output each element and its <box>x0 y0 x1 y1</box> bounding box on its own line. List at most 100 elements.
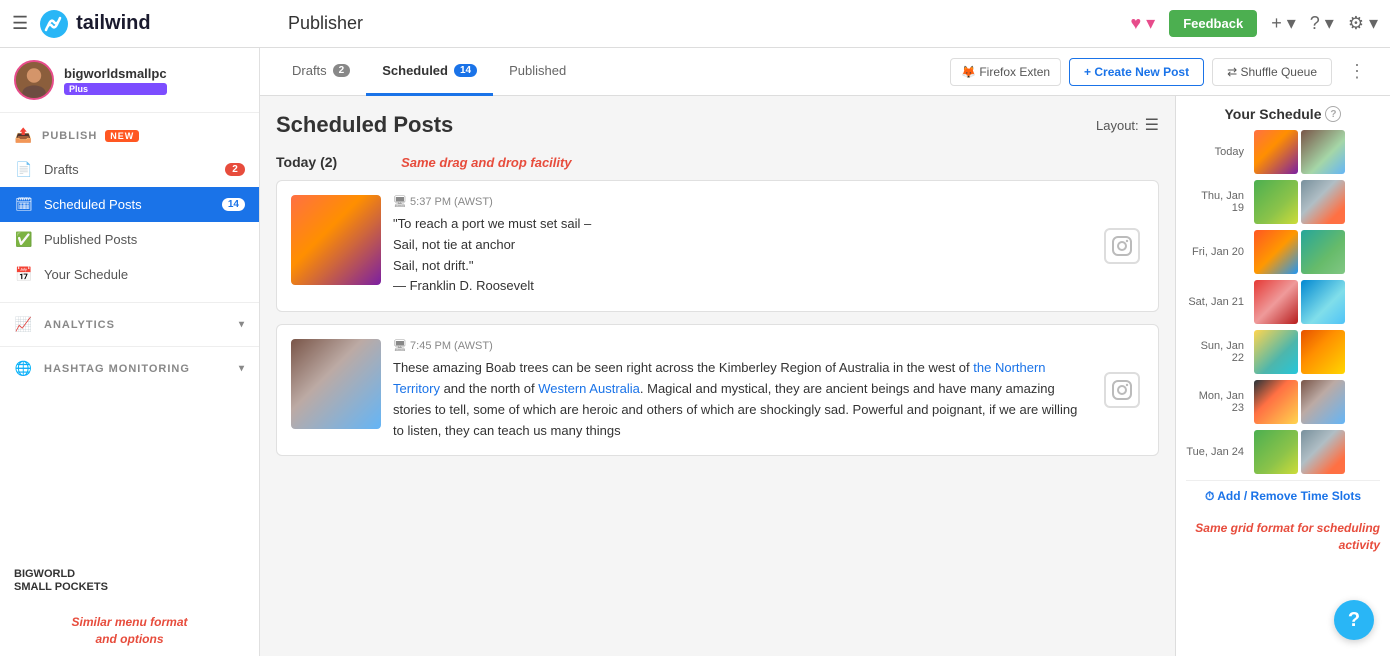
drafts-label: Drafts <box>44 162 215 177</box>
schedule-day-today: Today <box>1186 146 1250 158</box>
schedule-thumbs-jan21 <box>1254 280 1345 324</box>
sched-thumb-today-1 <box>1254 130 1298 174</box>
hashtag-icon: 🌐 <box>14 360 34 377</box>
schedule-day-jan24: Tue, Jan 24 <box>1186 446 1250 458</box>
tabs-right: 🦊 Firefox Exten + Create New Post ⇄ Shuf… <box>950 57 1374 86</box>
published-label: Published Posts <box>44 232 245 247</box>
heart-button[interactable]: ♥ ▾ <box>1130 13 1155 34</box>
tailwind-logo-icon <box>38 8 70 40</box>
schedule-icon: 📅 <box>14 266 34 283</box>
tab-scheduled[interactable]: Scheduled 14 <box>366 48 493 96</box>
sidebar-hashtag-header[interactable]: 🌐 HASHTAG MONITORING ▾ <box>0 351 259 386</box>
schedule-thumbs-today <box>1254 130 1345 174</box>
publish-icon: 📤 <box>14 127 34 144</box>
annotation-drag-drop: Same drag and drop facility <box>401 155 572 170</box>
shuffle-queue-button[interactable]: ⇄ Shuffle Queue <box>1212 58 1332 86</box>
sched-thumb-jan19-1 <box>1254 180 1298 224</box>
add-slots-button[interactable]: ⏱ Add / Remove Time Slots <box>1186 480 1380 512</box>
sched-thumb-jan22-2 <box>1301 330 1345 374</box>
schedule-label: Your Schedule <box>44 267 245 282</box>
post-text-2: These amazing Boab trees can be seen rig… <box>393 358 1088 441</box>
post-actions-2 <box>1100 339 1144 441</box>
posts-header: Scheduled Posts Layout: ☰ <box>276 112 1159 138</box>
sched-thumb-jan21-1 <box>1254 280 1298 324</box>
tab-drafts[interactable]: Drafts 2 <box>276 48 366 96</box>
post-card-1: 🖥 5:37 PM (AWST) "To reach a port we mus… <box>276 180 1159 312</box>
sched-thumb-jan19-2 <box>1301 180 1345 224</box>
tab-published[interactable]: Published <box>493 48 582 96</box>
sidebar-item-your-schedule[interactable]: 📅 Your Schedule <box>0 257 259 292</box>
layout-grid-icon: ☰ <box>1145 115 1159 135</box>
new-badge: NEW <box>105 130 139 142</box>
sched-thumb-jan24-2 <box>1301 430 1345 474</box>
feedback-button[interactable]: Feedback <box>1169 10 1257 37</box>
sched-thumb-jan22-1 <box>1254 330 1298 374</box>
schedule-row-today: Today <box>1186 130 1380 174</box>
sched-thumb-jan20-2 <box>1301 230 1345 274</box>
post-thumb-1 <box>291 195 381 285</box>
tabs-bar: Drafts 2 Scheduled 14 Published 🦊 Firefo… <box>260 48 1390 96</box>
content-area: Drafts 2 Scheduled 14 Published 🦊 Firefo… <box>260 48 1390 656</box>
sidebar-item-published[interactable]: ✅ Published Posts <box>0 222 259 257</box>
schedule-thumbs-jan20 <box>1254 230 1345 274</box>
scheduled-label: Scheduled Posts <box>44 197 212 212</box>
post-content-2: 🖥 7:45 PM (AWST) These amazing Boab tree… <box>393 339 1088 441</box>
hamburger-icon[interactable]: ☰ <box>12 13 28 34</box>
firefox-ext-button[interactable]: 🦊 Firefox Exten <box>950 58 1061 86</box>
instagram-button-2[interactable] <box>1104 372 1140 408</box>
link-northern-territory[interactable]: the Northern Territory <box>393 360 1046 396</box>
publish-section: 📤 PUBLISH NEW 📄 Drafts 2 🗓 Scheduled Pos… <box>0 113 259 298</box>
published-icon: ✅ <box>14 231 34 248</box>
sidebar-analytics-header[interactable]: 📈 ANALYTICS ▾ <box>0 307 259 342</box>
day-header-today: Today (2) Same drag and drop facility <box>276 154 1159 170</box>
post-meta-1: 🖥 5:37 PM (AWST) <box>393 195 1088 208</box>
gear-button[interactable]: ⚙ ▾ <box>1348 13 1378 34</box>
plus-button[interactable]: + ▾ <box>1271 13 1296 34</box>
help-button[interactable]: ? ▾ <box>1310 13 1334 34</box>
sidebar: bigworldsmallpc Plus 📤 PUBLISH NEW 📄 Dra… <box>0 48 260 656</box>
page-title: Publisher <box>288 13 363 33</box>
top-content: Scheduled Posts Layout: ☰ Today (2) Same… <box>260 96 1390 656</box>
schedule-day-jan22: Sun, Jan 22 <box>1186 340 1250 364</box>
sched-thumb-jan23-1 <box>1254 380 1298 424</box>
plus-badge: Plus <box>64 83 167 95</box>
help-circle-button[interactable]: ? <box>1334 600 1374 640</box>
logo: tailwind <box>38 8 150 40</box>
create-post-button[interactable]: + Create New Post <box>1069 58 1204 86</box>
avatar <box>14 60 54 100</box>
instagram-button-1[interactable] <box>1104 228 1140 264</box>
brand-logo: BIGWORLD SMALL POCKETS <box>14 568 245 594</box>
schedule-day-jan20: Fri, Jan 20 <box>1186 246 1250 258</box>
top-bar-left: ☰ tailwind <box>12 8 272 40</box>
sched-thumb-jan24-1 <box>1254 430 1298 474</box>
more-options-button[interactable]: ⋮ <box>1340 57 1374 86</box>
sidebar-item-scheduled[interactable]: 🗓 Scheduled Posts 14 <box>0 187 259 222</box>
schedule-row-jan23: Mon, Jan 23 <box>1186 380 1380 424</box>
schedule-row-jan24: Tue, Jan 24 <box>1186 430 1380 474</box>
schedule-row-jan22: Sun, Jan 22 <box>1186 330 1380 374</box>
link-western-australia[interactable]: Western Australia <box>538 381 640 396</box>
post-thumb-2 <box>291 339 381 429</box>
annotation-grid-format: Same grid format for scheduling activity <box>1186 520 1380 554</box>
schedule-row-jan20: Fri, Jan 20 <box>1186 230 1380 274</box>
schedule-thumbs-jan23 <box>1254 380 1345 424</box>
annotation-menu: Similar menu formatand options <box>14 614 245 648</box>
layout-button[interactable]: Layout: ☰ <box>1096 115 1159 135</box>
schedule-help-icon[interactable]: ? <box>1325 106 1341 122</box>
schedule-day-jan21: Sat, Jan 21 <box>1186 296 1250 308</box>
publish-header: 📤 PUBLISH NEW <box>0 119 259 152</box>
main-layout: bigworldsmallpc Plus 📤 PUBLISH NEW 📄 Dra… <box>0 48 1390 656</box>
posts-title: Scheduled Posts <box>276 112 453 138</box>
username: bigworldsmallpc <box>64 66 167 81</box>
sched-thumb-jan20-1 <box>1254 230 1298 274</box>
scheduled-count: 14 <box>222 198 245 211</box>
schedule-day-jan23: Mon, Jan 23 <box>1186 390 1250 414</box>
post-card-2: 🖥 7:45 PM (AWST) These amazing Boab tree… <box>276 324 1159 456</box>
schedule-row-jan21: Sat, Jan 21 <box>1186 280 1380 324</box>
sidebar-bottom: BIGWORLD SMALL POCKETS <box>0 556 259 606</box>
sched-thumb-jan21-2 <box>1301 280 1345 324</box>
scheduled-icon: 🗓 <box>14 196 34 213</box>
user-info: bigworldsmallpc Plus <box>64 66 167 95</box>
schedule-thumbs-jan19 <box>1254 180 1345 224</box>
sidebar-item-drafts[interactable]: 📄 Drafts 2 <box>0 152 259 187</box>
